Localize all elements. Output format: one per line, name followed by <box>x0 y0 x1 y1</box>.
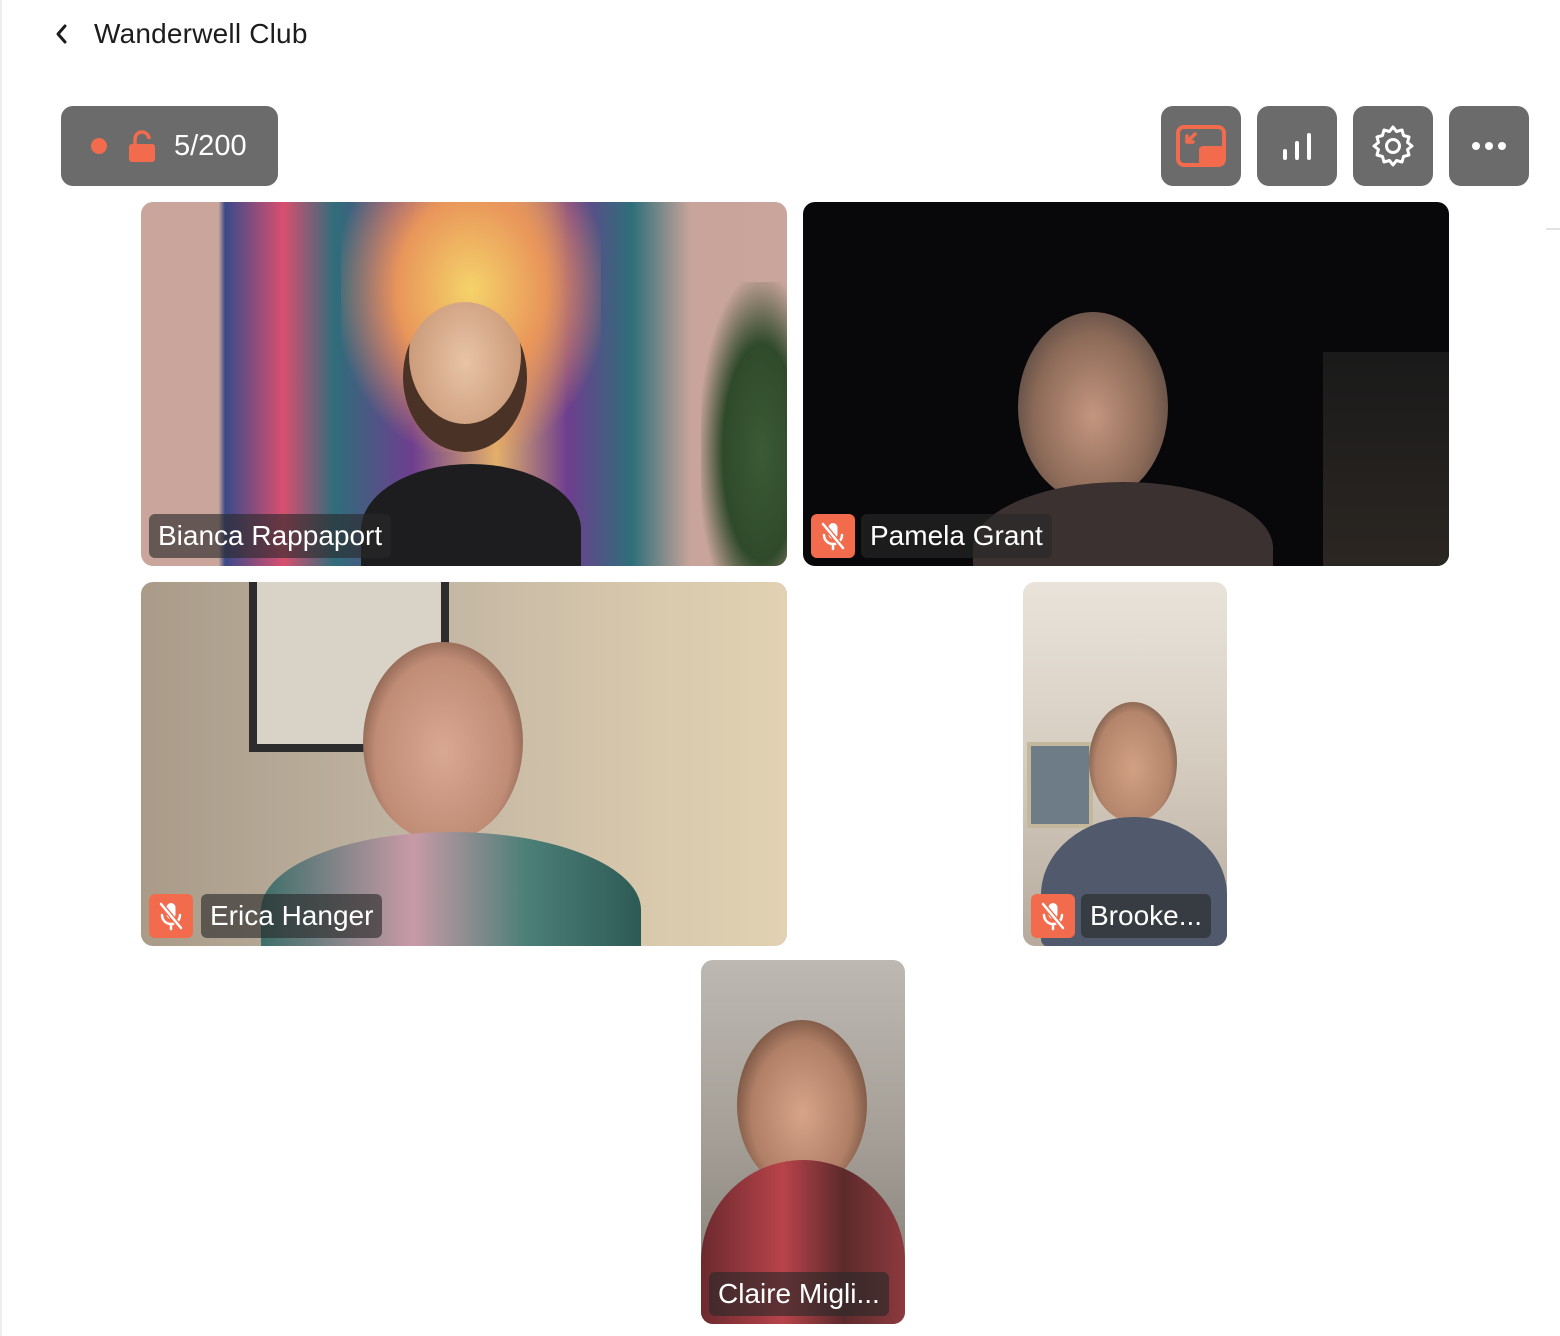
participant-name: Brooke... <box>1081 894 1212 938</box>
mic-off-icon <box>820 521 846 551</box>
more-options-button[interactable] <box>1449 106 1529 186</box>
participant-face <box>1018 312 1168 502</box>
video-tile[interactable]: Claire Migli... <box>701 960 905 1324</box>
recording-indicator <box>91 138 107 154</box>
scroll-mark <box>1546 228 1560 230</box>
settings-button[interactable] <box>1353 106 1433 186</box>
more-horizontal-icon <box>1472 142 1506 150</box>
video-tile[interactable]: Erica Hanger <box>141 582 787 946</box>
participant-name: Erica Hanger <box>201 894 383 938</box>
stats-button[interactable] <box>1257 106 1337 186</box>
mic-off-icon <box>158 901 184 931</box>
video-tile[interactable]: Brooke... <box>1023 582 1227 946</box>
participant-count: 5/200 <box>174 129 247 162</box>
gear-icon <box>1372 125 1414 167</box>
video-tile[interactable]: Pamela Grant <box>803 202 1449 566</box>
mic-off-icon <box>1040 901 1066 931</box>
chevron-left-icon <box>56 24 67 44</box>
muted-badge <box>811 514 855 558</box>
header: Wanderwell Club <box>48 12 308 56</box>
room-status-pill[interactable]: 5/200 <box>61 106 278 186</box>
participant-face <box>363 642 523 842</box>
background-shelf <box>1323 352 1449 566</box>
muted-badge <box>149 894 193 938</box>
window-edge <box>0 0 2 1336</box>
wall-frame <box>1027 742 1093 828</box>
muted-badge <box>1031 894 1075 938</box>
picture-in-picture-icon <box>1176 125 1226 167</box>
video-tile[interactable]: Bianca Rappaport <box>141 202 787 566</box>
participant-name: Claire Migli... <box>709 1272 889 1316</box>
participant-name: Pamela Grant <box>861 514 1052 558</box>
participant-face <box>403 302 527 452</box>
room-title: Wanderwell Club <box>94 18 308 49</box>
participant-face <box>1089 702 1177 822</box>
participant-name: Bianca Rappaport <box>149 514 392 558</box>
unlock-icon <box>127 129 157 163</box>
toolbar <box>1161 106 1529 186</box>
bar-chart-icon <box>1283 133 1311 160</box>
picture-in-picture-button[interactable] <box>1161 106 1241 186</box>
plant-leaves <box>701 282 787 566</box>
back-button[interactable] <box>48 12 76 56</box>
